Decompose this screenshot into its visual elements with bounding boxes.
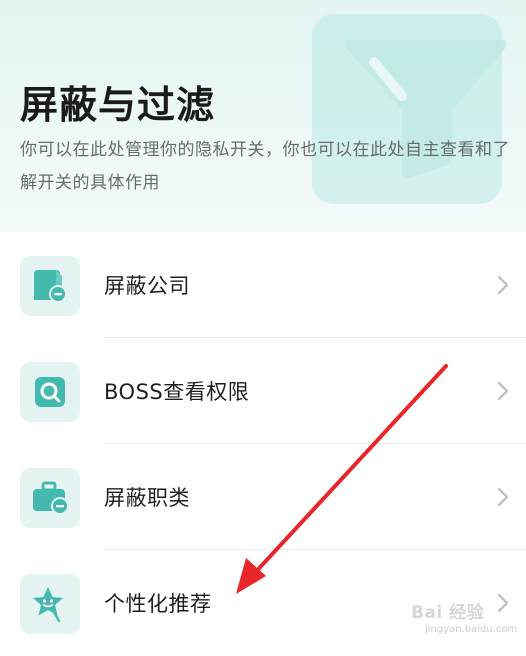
settings-row-block-job-category[interactable]: 屏蔽职类 bbox=[0, 444, 526, 550]
chevron-right-icon bbox=[498, 594, 508, 612]
settings-row-label: 屏蔽公司 bbox=[104, 274, 190, 298]
settings-row-label: BOSS查看权限 bbox=[104, 380, 250, 404]
star-recommend-icon bbox=[20, 574, 80, 634]
page-title: 屏蔽与过滤 bbox=[20, 83, 216, 127]
chevron-right-icon bbox=[498, 488, 508, 506]
search-icon bbox=[20, 362, 80, 422]
chevron-right-icon bbox=[498, 382, 508, 400]
settings-row-block-company[interactable]: 屏蔽公司 bbox=[0, 232, 526, 338]
page-subtitle: 你可以在此处管理你的隐私开关，你也可以在此处自主查看和了解开关的具体作用 bbox=[20, 140, 510, 193]
settings-row-label: 屏蔽职类 bbox=[104, 486, 190, 510]
settings-list: 屏蔽公司 BOSS查看权限 屏蔽职类 个性化推荐 bbox=[0, 232, 526, 656]
settings-row-label: 个性化推荐 bbox=[104, 592, 212, 616]
settings-row-boss-view-permission[interactable]: BOSS查看权限 bbox=[0, 338, 526, 444]
company-block-icon bbox=[20, 256, 80, 316]
settings-row-personalized-recommendation[interactable]: 个性化推荐 bbox=[0, 550, 526, 656]
page-header: 屏蔽与过滤 你可以在此处管理你的隐私开关，你也可以在此处自主查看和了解开关的具体… bbox=[0, 0, 526, 232]
briefcase-block-icon bbox=[20, 468, 80, 528]
chevron-right-icon bbox=[498, 276, 508, 294]
